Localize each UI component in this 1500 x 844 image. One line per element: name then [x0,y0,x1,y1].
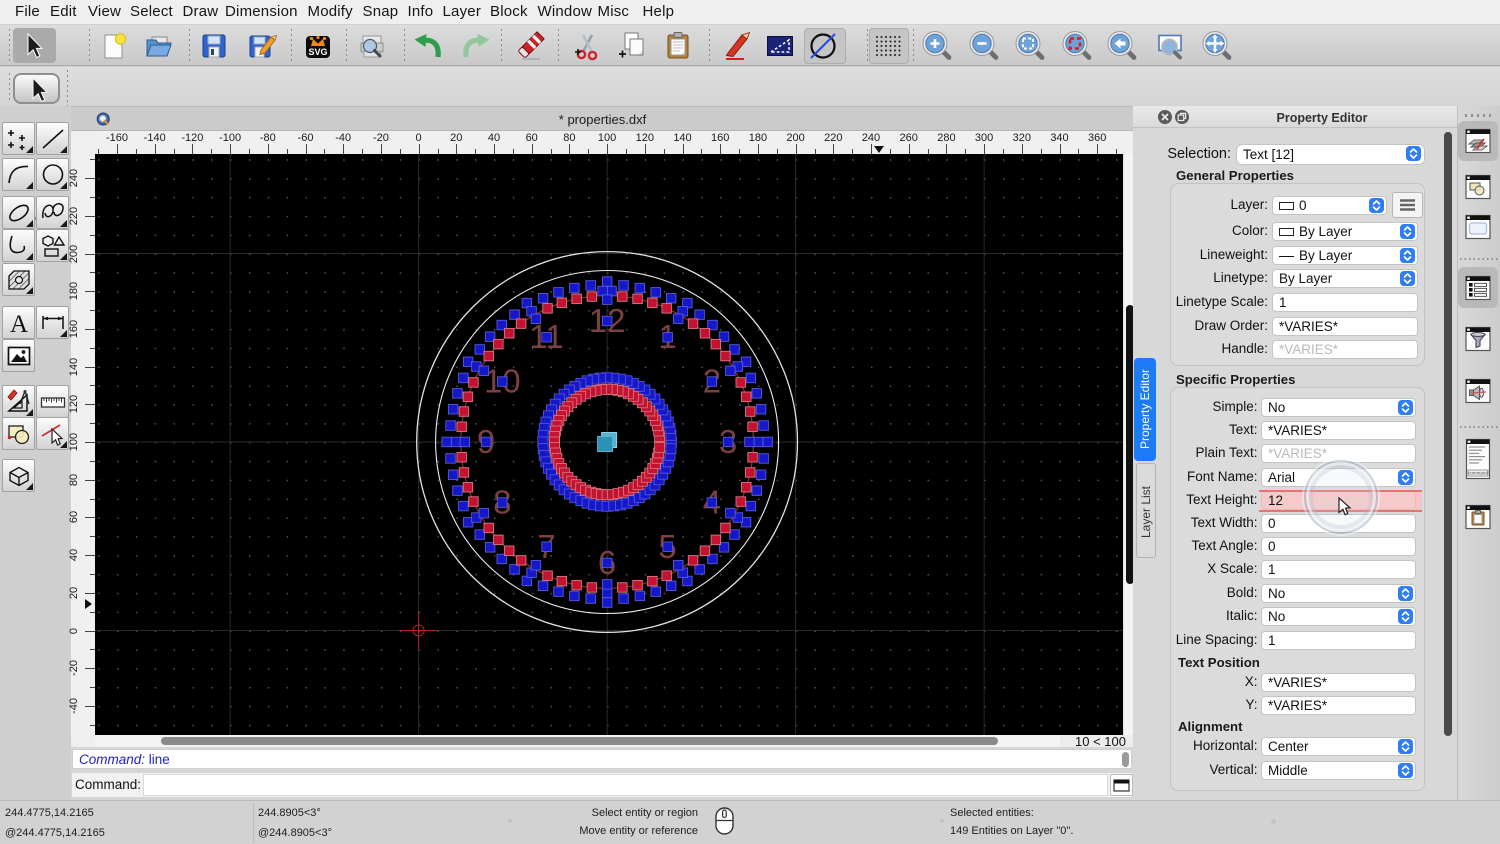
svg-text:SVG: SVG [308,47,327,57]
svg-text:command: command [1468,471,1488,476]
svg-text:A: A [10,311,28,336]
